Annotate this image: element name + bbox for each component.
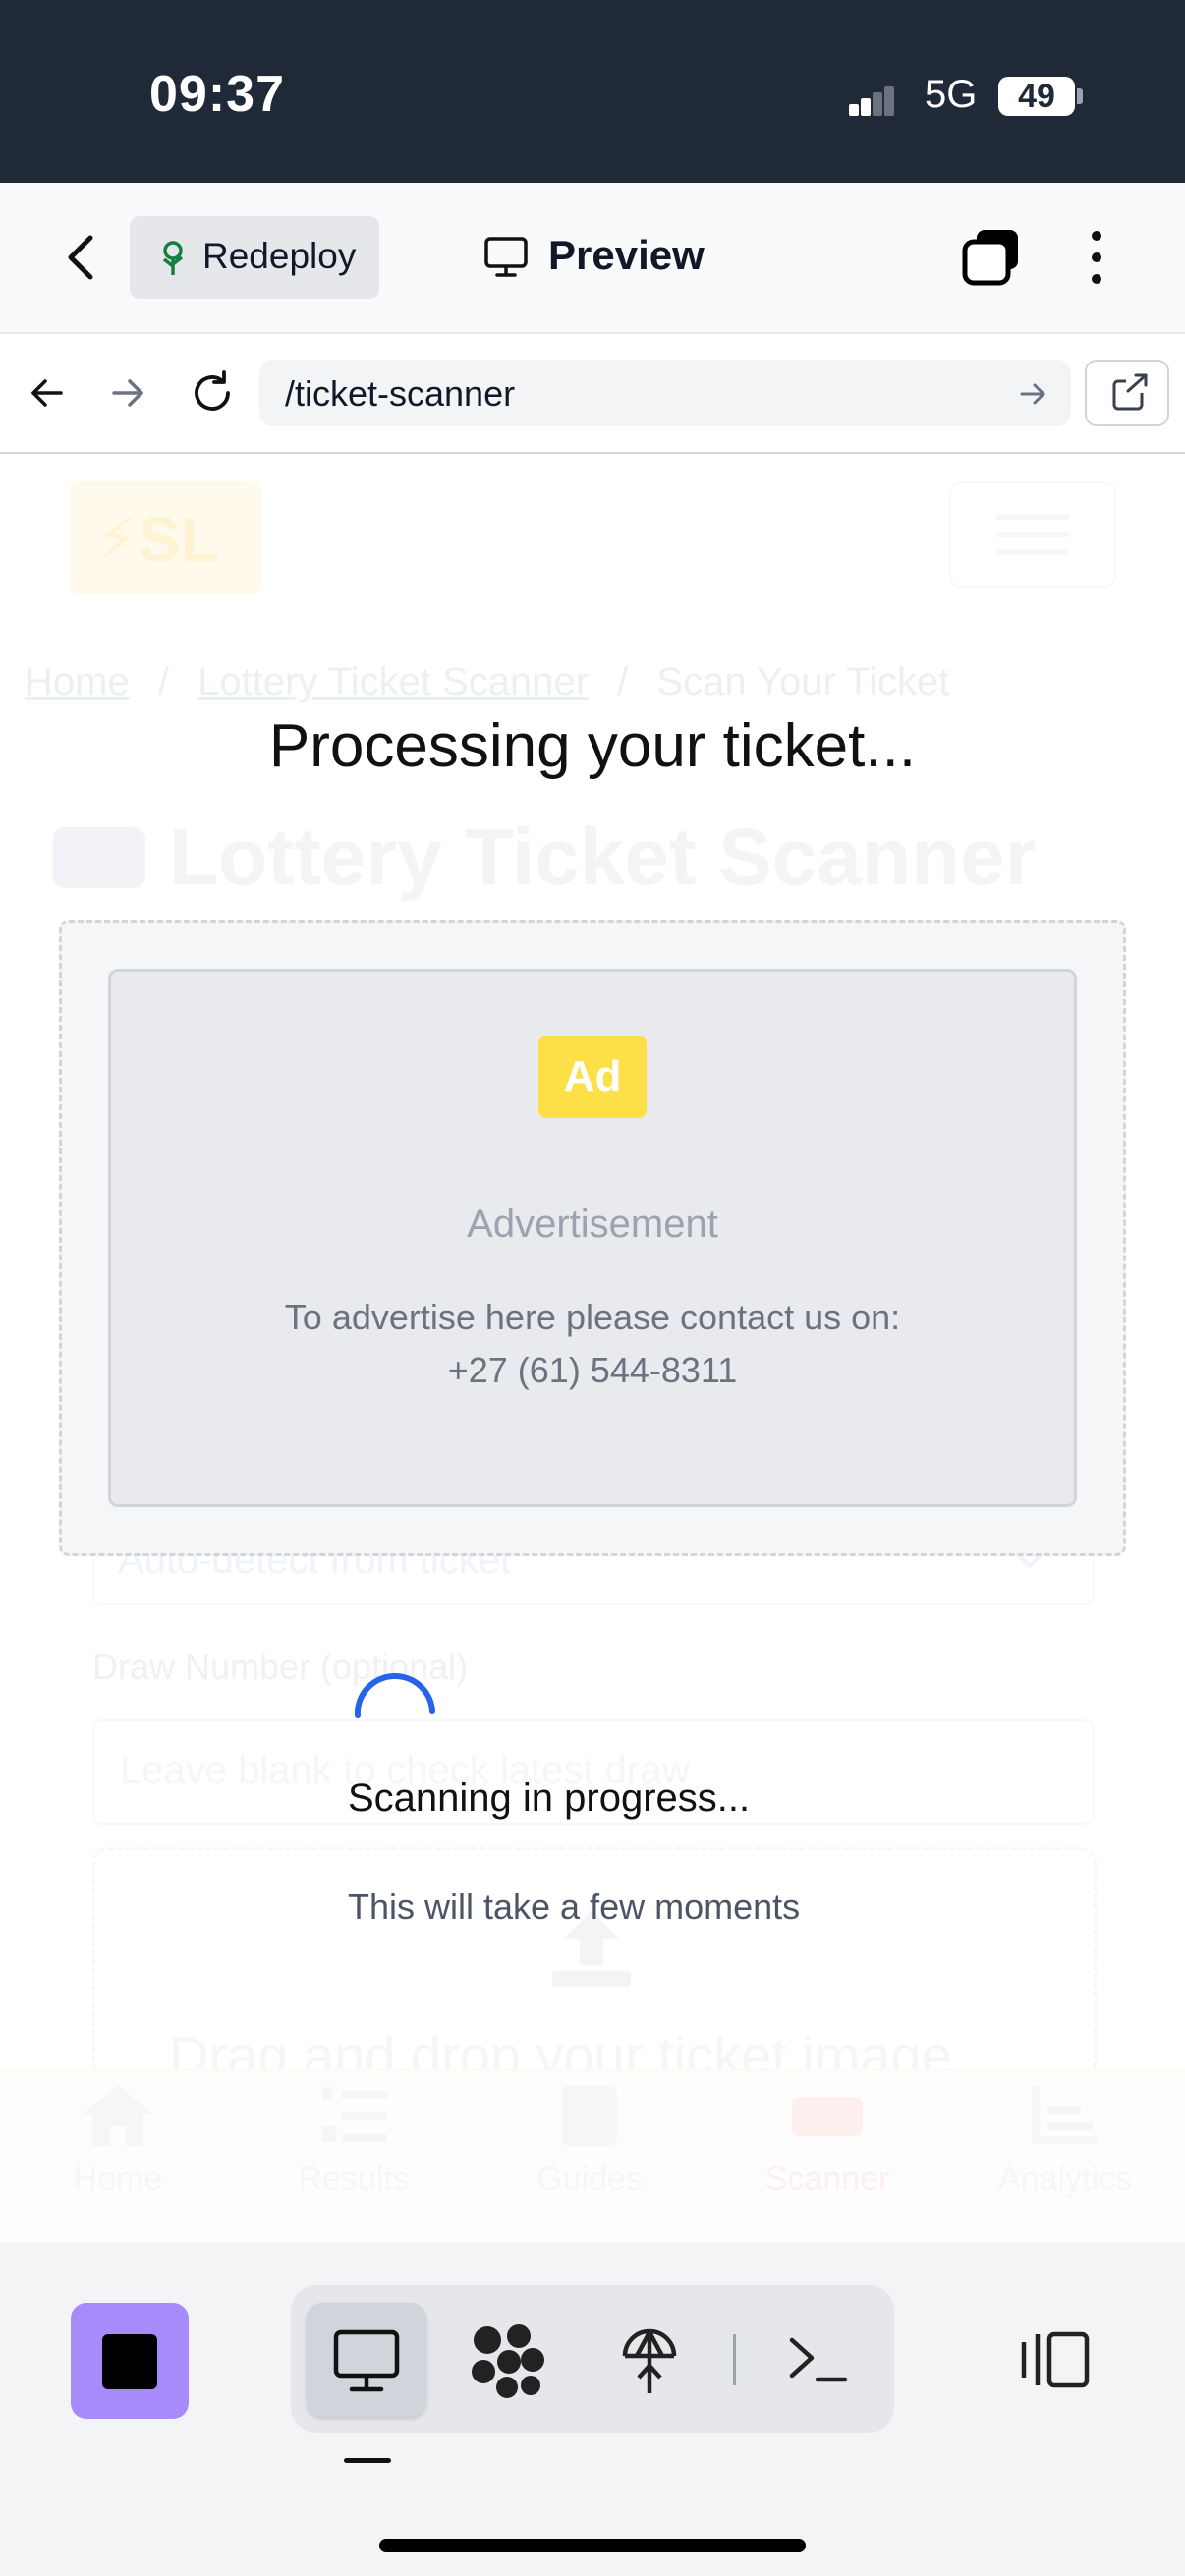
terminal-icon: [789, 2337, 848, 2382]
chevron-left-icon: [68, 235, 93, 280]
tab-packages[interactable]: [470, 2323, 546, 2404]
external-link-icon: [1112, 373, 1150, 411]
network-type: 5G: [925, 73, 978, 116]
monitor-icon: [333, 2329, 400, 2392]
signal-icon: [849, 86, 894, 116]
windows-icon[interactable]: [961, 228, 1024, 292]
tab-console[interactable]: [786, 2332, 851, 2392]
loading-spinner-icon: [348, 1664, 442, 1759]
go-arrow-icon[interactable]: [1018, 379, 1047, 414]
redeploy-icon: [155, 238, 191, 282]
battery-cap: [1077, 88, 1083, 104]
processing-title: Processing your ticket...: [268, 712, 917, 780]
tab-preview[interactable]: [307, 2303, 426, 2417]
open-external-button[interactable]: [1085, 360, 1169, 426]
preview-tab-label[interactable]: Preview: [548, 232, 705, 279]
status-time: 09:37: [149, 66, 285, 123]
stop-icon: [102, 2334, 157, 2389]
split-view-button[interactable]: [1018, 2328, 1093, 2396]
home-indicator: [379, 2539, 806, 2552]
battery-icon: 49: [998, 77, 1075, 116]
ad-heading: Advertisement: [467, 1203, 718, 1246]
ad-contact-text: To advertise here please contact us on:: [284, 1297, 901, 1337]
arrow-right-icon[interactable]: [108, 373, 147, 418]
scanning-subtitle: This will take a few moments: [348, 1886, 801, 1927]
back-button[interactable]: [59, 228, 108, 287]
active-tab-indicator: [344, 2458, 391, 2463]
url-text: /ticket-scanner: [285, 373, 516, 414]
redeploy-label: Redeploy: [202, 236, 357, 276]
refresh-icon[interactable]: [189, 369, 236, 421]
more-vertical-icon[interactable]: [1087, 228, 1106, 292]
tab-deploy[interactable]: [617, 2321, 682, 2404]
ad-badge-icon: Ad: [538, 1036, 647, 1118]
deploy-icon: [622, 2328, 677, 2393]
packages-icon: [472, 2324, 544, 2398]
sidebar-toggle-icon: [1021, 2331, 1090, 2388]
ad-phone-number: +27 (61) 544-8311: [447, 1350, 738, 1390]
tab-divider: [733, 2334, 736, 2385]
monitor-icon: [483, 236, 529, 284]
scanning-title: Scanning in progress...: [348, 1776, 751, 1820]
arrow-left-icon[interactable]: [28, 373, 67, 418]
